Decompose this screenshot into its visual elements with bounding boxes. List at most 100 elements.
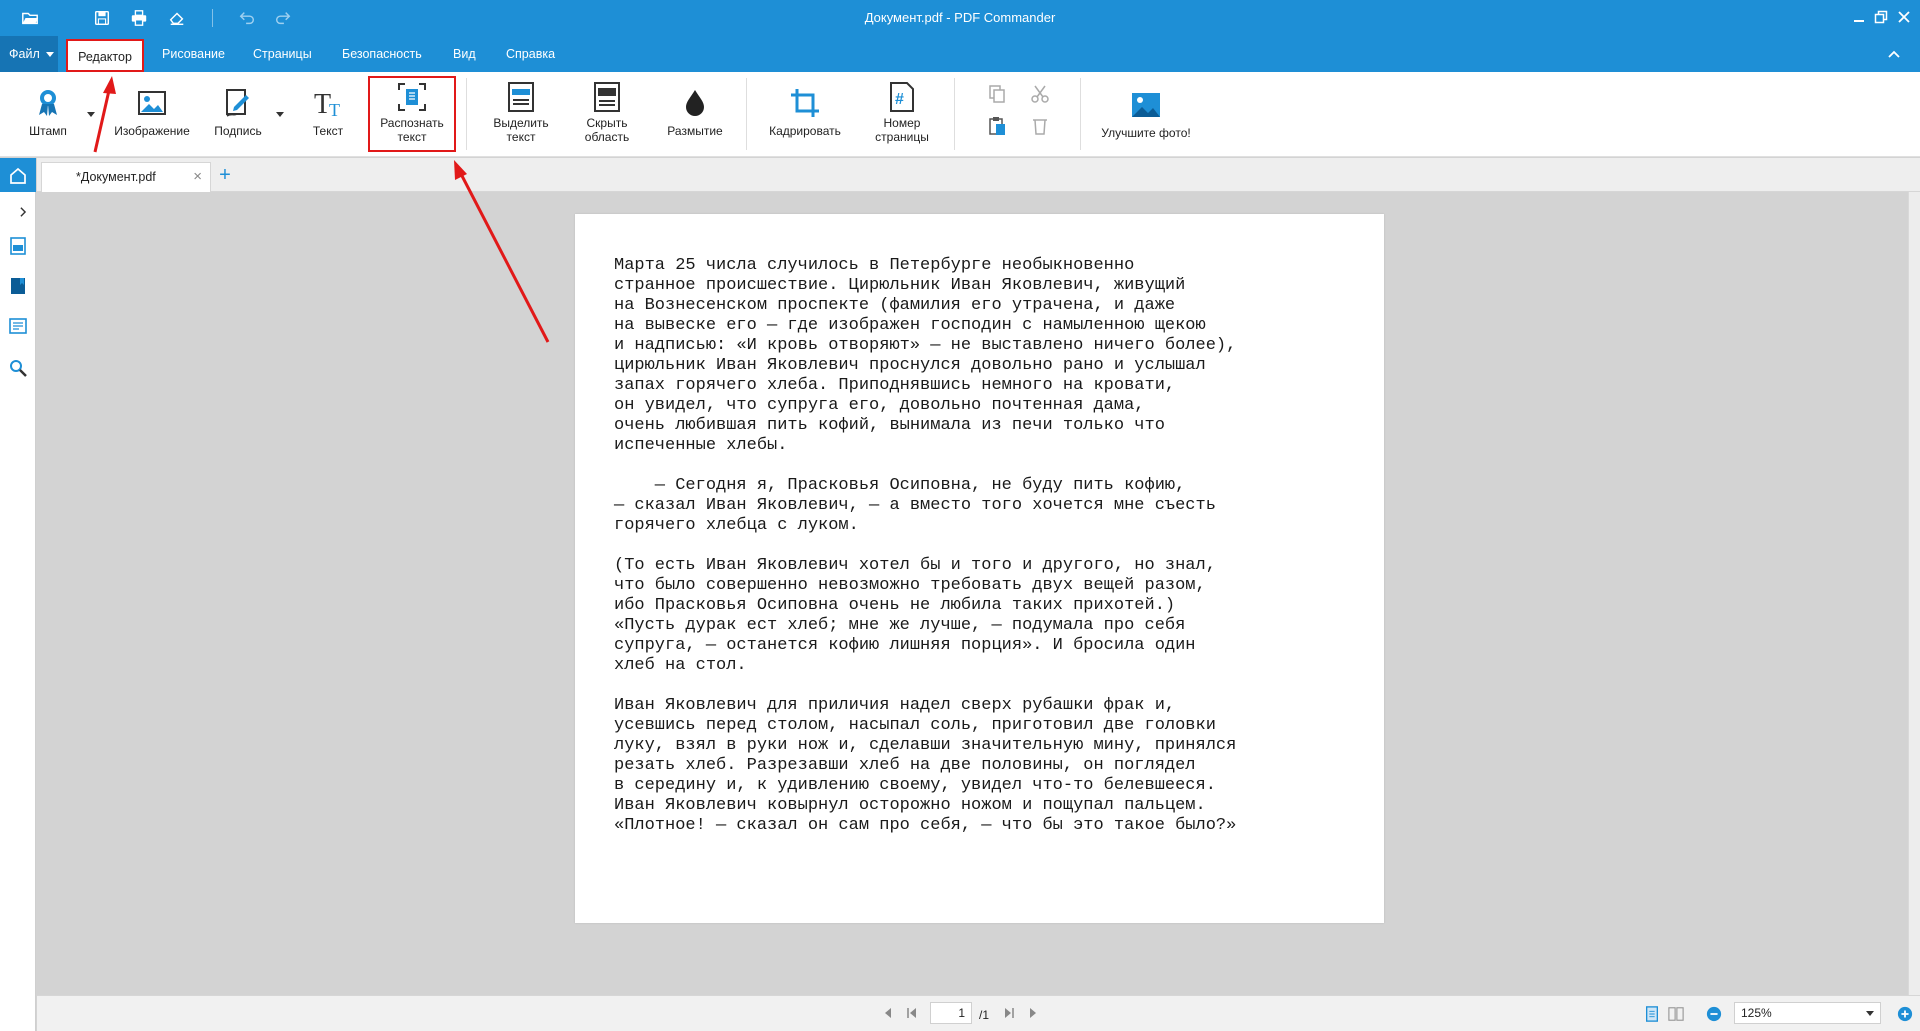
thumbnails-icon[interactable] [6, 234, 30, 258]
document-tab[interactable]: *Документ.pdf × [41, 162, 211, 192]
document-line: очень любившая пить кофий, вынимала из п… [614, 416, 1165, 435]
tab-pages[interactable]: Страницы [249, 36, 316, 72]
signature-label: Подпись [214, 124, 262, 138]
document-line: ибо Прасковья Осиповна очень не любила т… [614, 596, 1176, 615]
zoom-out-icon[interactable] [1705, 1005, 1723, 1023]
document-line: испеченные хлебы. [614, 436, 788, 455]
stamp-dropdown-icon[interactable] [87, 112, 95, 117]
ribbon-separator [1080, 78, 1081, 150]
minimize-icon[interactable] [1850, 8, 1868, 26]
text-tool-icon: TT [311, 86, 345, 120]
signature-icon [221, 86, 255, 120]
tab-editor[interactable]: Редактор [66, 39, 144, 72]
highlight-text-button[interactable]: Выделить текст [482, 72, 560, 157]
next-page-icon[interactable] [1024, 1004, 1042, 1022]
document-line: хлеб на стол. [614, 656, 747, 675]
text-button[interactable]: TT Текст [308, 72, 348, 157]
zoom-in-icon[interactable] [1896, 1005, 1914, 1023]
stamp-button[interactable]: Штамп [22, 72, 74, 157]
highlight-text-label: Выделить текст [493, 116, 548, 144]
document-line: запах горячего хлеба. Приподнявшись немн… [614, 376, 1176, 395]
stamp-icon [31, 86, 65, 120]
image-icon [135, 86, 169, 120]
prev-page-icon[interactable] [879, 1004, 897, 1022]
close-icon[interactable] [1895, 8, 1913, 26]
two-page-view-icon[interactable] [1667, 1005, 1685, 1023]
highlight-text-line1: Выделить [493, 116, 549, 130]
arrow-to-ocr-button [458, 171, 550, 343]
add-tab-icon[interactable]: + [213, 162, 237, 188]
highlight-text-icon [504, 80, 538, 114]
document-line: усевшись перед столом, насыпал соль, при… [614, 716, 1216, 735]
crop-button[interactable]: Кадрировать [762, 72, 848, 157]
zoom-select[interactable]: 125% [1734, 1002, 1881, 1024]
cut-icon[interactable] [1028, 82, 1052, 106]
tab-security[interactable]: Безопасность [338, 36, 426, 72]
paste-icon[interactable] [985, 114, 1009, 138]
page-number-line1: Номер [883, 116, 921, 130]
page-number-input[interactable]: 1 [930, 1002, 972, 1024]
ribbon-separator [466, 78, 467, 150]
single-page-view-icon[interactable] [1643, 1005, 1661, 1023]
signature-button[interactable]: Подпись [208, 72, 268, 157]
document-line: Иван Яковлевич ковырнул осторожно ножом … [614, 796, 1206, 815]
copy-icon[interactable] [985, 82, 1009, 106]
ocr-highlight-box [368, 76, 456, 152]
crop-icon [788, 86, 822, 120]
enhance-photo-icon [1129, 88, 1163, 122]
crop-label: Кадрировать [769, 124, 841, 138]
pdf-page[interactable]: Марта 25 числа случилось в Петербурге не… [575, 214, 1384, 923]
svg-text:#: # [895, 91, 904, 108]
document-tab-bar: *Документ.pdf × + [37, 158, 1920, 1022]
document-line: «Плотное! — сказал он сам про себя, — чт… [614, 816, 1237, 835]
page-total: /1 [979, 1008, 990, 1022]
enhance-photo-button[interactable]: Улучшите фото! [1094, 72, 1198, 157]
zoom-value: 125% [1741, 1006, 1772, 1020]
tab-help[interactable]: Справка [502, 36, 559, 72]
vertical-scrollbar[interactable] [1908, 192, 1920, 1022]
image-button[interactable]: Изображение [108, 72, 196, 157]
document-line: и надписью: «И кровь отворяют» — не выст… [614, 336, 1237, 355]
restore-icon[interactable] [1872, 8, 1890, 26]
last-page-icon[interactable] [1000, 1004, 1018, 1022]
hide-area-icon [590, 80, 624, 114]
annotations-icon[interactable] [6, 314, 30, 338]
document-text: Марта 25 числа случилось в Петербурге не… [614, 256, 1236, 836]
window-title: Документ.pdf - PDF Commander [864, 10, 1056, 25]
blur-label: Размытие [667, 124, 723, 138]
home-icon[interactable] [0, 158, 36, 192]
document-line: странное происшествие. Цирюльник Иван Як… [614, 276, 1186, 295]
expand-panel-icon[interactable] [16, 200, 30, 224]
bookmarks-icon[interactable] [6, 274, 30, 298]
document-line: — сказал Иван Яковлевич, — а вместо того… [614, 496, 1216, 515]
delete-icon[interactable] [1028, 114, 1052, 138]
tab-drawing[interactable]: Рисование [158, 36, 229, 72]
document-line: супруга, — останется кофию лишняя порция… [614, 636, 1196, 655]
document-line: что было совершенно невозможно требовать… [614, 576, 1206, 595]
file-menu-label: Файл [9, 47, 40, 61]
document-line: (То есть Иван Яковлевич хотел бы и того … [614, 556, 1216, 575]
page-number-button[interactable]: # Номер страницы [864, 72, 940, 157]
page-number-line2: страницы [875, 130, 929, 144]
tab-view[interactable]: Вид [449, 36, 480, 72]
close-tab-icon[interactable]: × [193, 163, 202, 191]
signature-dropdown-icon[interactable] [276, 112, 284, 117]
file-menu[interactable]: Файл [0, 36, 58, 72]
enhance-photo-label: Улучшите фото! [1101, 126, 1191, 140]
first-page-icon[interactable] [903, 1004, 921, 1022]
hide-area-button[interactable]: Скрыть область [568, 72, 646, 157]
document-tab-label: *Документ.pdf [76, 170, 156, 184]
search-icon[interactable] [6, 356, 30, 380]
document-line: луку, взял в руки нож и, сделавши значит… [614, 736, 1237, 755]
hide-area-line1: Скрыть [586, 116, 628, 130]
document-line: он увидел, что супруга его, довольно поч… [614, 396, 1145, 415]
document-line: в середину и, к удивлению своему, увидел… [614, 776, 1216, 795]
document-line: горячего хлебца с луком. [614, 516, 859, 535]
collapse-ribbon-icon[interactable] [1886, 46, 1902, 62]
text-tool-label: Текст [312, 124, 344, 138]
document-line: — Сегодня я, Прасковья Осиповна, не буду… [614, 476, 1186, 495]
blur-button[interactable]: Размытие [658, 72, 732, 157]
